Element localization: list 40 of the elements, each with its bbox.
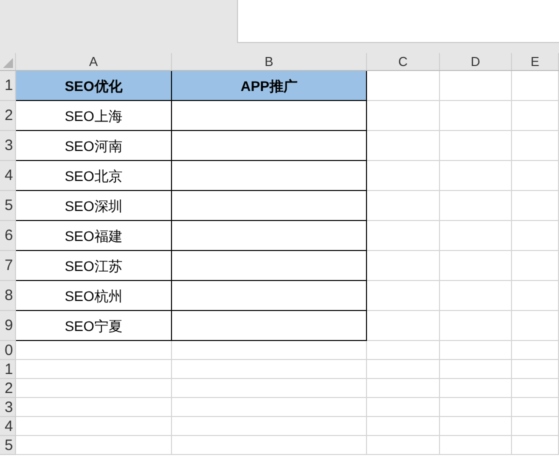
table-cell[interactable] [172,101,367,131]
row-number[interactable]: 4 [0,161,16,191]
row-number[interactable]: 4 [0,417,16,436]
column-header[interactable]: E [512,53,559,70]
row-number[interactable]: 5 [0,191,16,221]
row-number[interactable]: 2 [0,101,16,131]
table-cell[interactable]: SEO北京 [16,161,172,191]
table-cell[interactable] [172,191,367,221]
table-cell[interactable]: SEO江苏 [16,251,172,281]
column-header[interactable]: C [367,53,440,70]
table-cell[interactable] [172,251,367,281]
column-header[interactable]: B [172,53,367,70]
table-cell[interactable] [172,281,367,311]
header-cell[interactable]: APP推广 [172,71,367,101]
corner-triangle-icon [3,58,13,68]
row-number[interactable]: 9 [0,311,16,341]
table-cell[interactable]: SEO杭州 [16,281,172,311]
table-cell[interactable] [172,161,367,191]
row-number[interactable]: 3 [0,398,16,417]
row-number[interactable]: 1 [0,360,16,379]
table-cell[interactable]: SEO福建 [16,221,172,251]
row-number[interactable]: 5 [0,436,16,455]
column-header[interactable]: A [16,53,172,70]
table-cell[interactable]: SEO河南 [16,131,172,161]
row-number[interactable]: 0 [0,341,16,360]
row-number[interactable]: 3 [0,131,16,161]
table-cell[interactable] [172,221,367,251]
row-number[interactable]: 8 [0,281,16,311]
column-header[interactable]: D [440,53,512,70]
header-cell[interactable]: SEO优化 [16,71,172,101]
table-cell[interactable] [172,311,367,341]
row-number[interactable]: 6 [0,221,16,251]
row-number[interactable]: 7 [0,251,16,281]
table-cell[interactable]: SEO深圳 [16,191,172,221]
table-cell[interactable]: SEO上海 [16,101,172,131]
table-cell[interactable]: SEO宁夏 [16,311,172,341]
table-cell[interactable] [172,131,367,161]
row-number[interactable]: 1 [0,71,16,101]
formula-bar-field[interactable] [237,0,559,43]
row-number[interactable]: 2 [0,379,16,398]
